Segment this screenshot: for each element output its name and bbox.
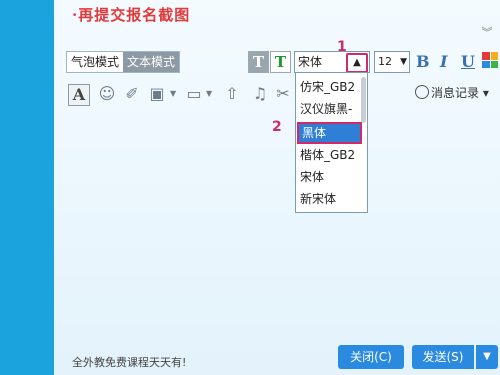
text-style-color-button[interactable]: T <box>270 51 291 73</box>
color-swatch-blue <box>482 60 490 68</box>
close-button[interactable]: 关闭(C) <box>338 345 404 369</box>
italic-button[interactable]: I <box>440 52 447 71</box>
color-palette-icon[interactable] <box>482 52 498 68</box>
shake-icon[interactable]: ✐ <box>122 84 142 104</box>
step-marker-1: 1 <box>337 39 347 55</box>
font-format-icon[interactable]: A <box>68 84 90 106</box>
color-swatch-red <box>482 52 490 60</box>
font-dropdown-list: 仿宋_GB2 汉仪旗黑- 黑体 楷体_GB2 宋体 新宋体 <box>295 72 368 213</box>
font-option[interactable]: 仿宋_GB2 <box>300 77 358 97</box>
left-accent-bar <box>0 0 54 375</box>
font-option[interactable]: 汉仪旗黑- <box>300 99 358 119</box>
font-size-select[interactable]: 12 ▼ <box>374 51 410 73</box>
font-option-selected[interactable]: 黑体 <box>297 122 362 144</box>
tab-bubble-mode[interactable]: 气泡模式 <box>67 52 124 72</box>
send-options-dropdown[interactable]: ▼ <box>476 345 498 369</box>
image-icon[interactable]: ▭ <box>184 84 204 104</box>
scrollbar[interactable] <box>361 77 366 123</box>
font-option[interactable]: 新宋体 <box>300 189 358 209</box>
message-history-label: 消息记录 <box>431 86 480 100</box>
chevron-down-icon[interactable]: ▼ <box>206 89 212 98</box>
font-dropdown-toggle-icon[interactable]: ▲ <box>346 53 368 73</box>
color-swatch-yellow <box>490 52 498 60</box>
music-icon[interactable]: ♫ <box>250 84 270 104</box>
clock-icon <box>415 85 429 99</box>
mode-tabs: 气泡模式 文本模式 <box>66 51 181 73</box>
ad-text[interactable]: 全外教免费课程天天有! <box>72 354 186 370</box>
chevron-down-icon[interactable]: ▼ <box>170 89 176 98</box>
underline-button[interactable]: U <box>461 52 475 71</box>
chevron-down-icon: ▼ <box>400 57 407 67</box>
page-title: ·再提交报名截图 <box>72 6 191 24</box>
bold-button[interactable]: B <box>416 52 430 71</box>
text-style-gray-button[interactable]: T <box>248 51 269 73</box>
font-family-value: 宋体 <box>298 55 323 69</box>
step-marker-2: 2 <box>272 119 282 135</box>
font-family-select[interactable]: 宋体 ▲ <box>294 51 370 73</box>
color-swatch-green <box>490 60 498 68</box>
gift-icon[interactable]: ▣ <box>147 84 167 104</box>
emoji-icon[interactable]: ☺ <box>97 84 117 104</box>
chevron-down-icon: ▼ <box>483 351 491 362</box>
upload-icon[interactable]: ⇧ <box>222 84 242 104</box>
send-button[interactable]: 发送(S) <box>412 345 474 369</box>
font-option[interactable]: 楷体_GB2 <box>300 145 358 165</box>
tab-text-mode[interactable]: 文本模式 <box>123 52 180 72</box>
message-history-button[interactable]: 消息记录 ▾ <box>415 84 489 101</box>
scissors-icon[interactable]: ✂ <box>276 84 290 104</box>
collapse-icon[interactable]: ︾ <box>480 24 494 39</box>
font-option[interactable]: 宋体 <box>300 167 358 187</box>
font-size-value: 12 <box>378 55 392 68</box>
